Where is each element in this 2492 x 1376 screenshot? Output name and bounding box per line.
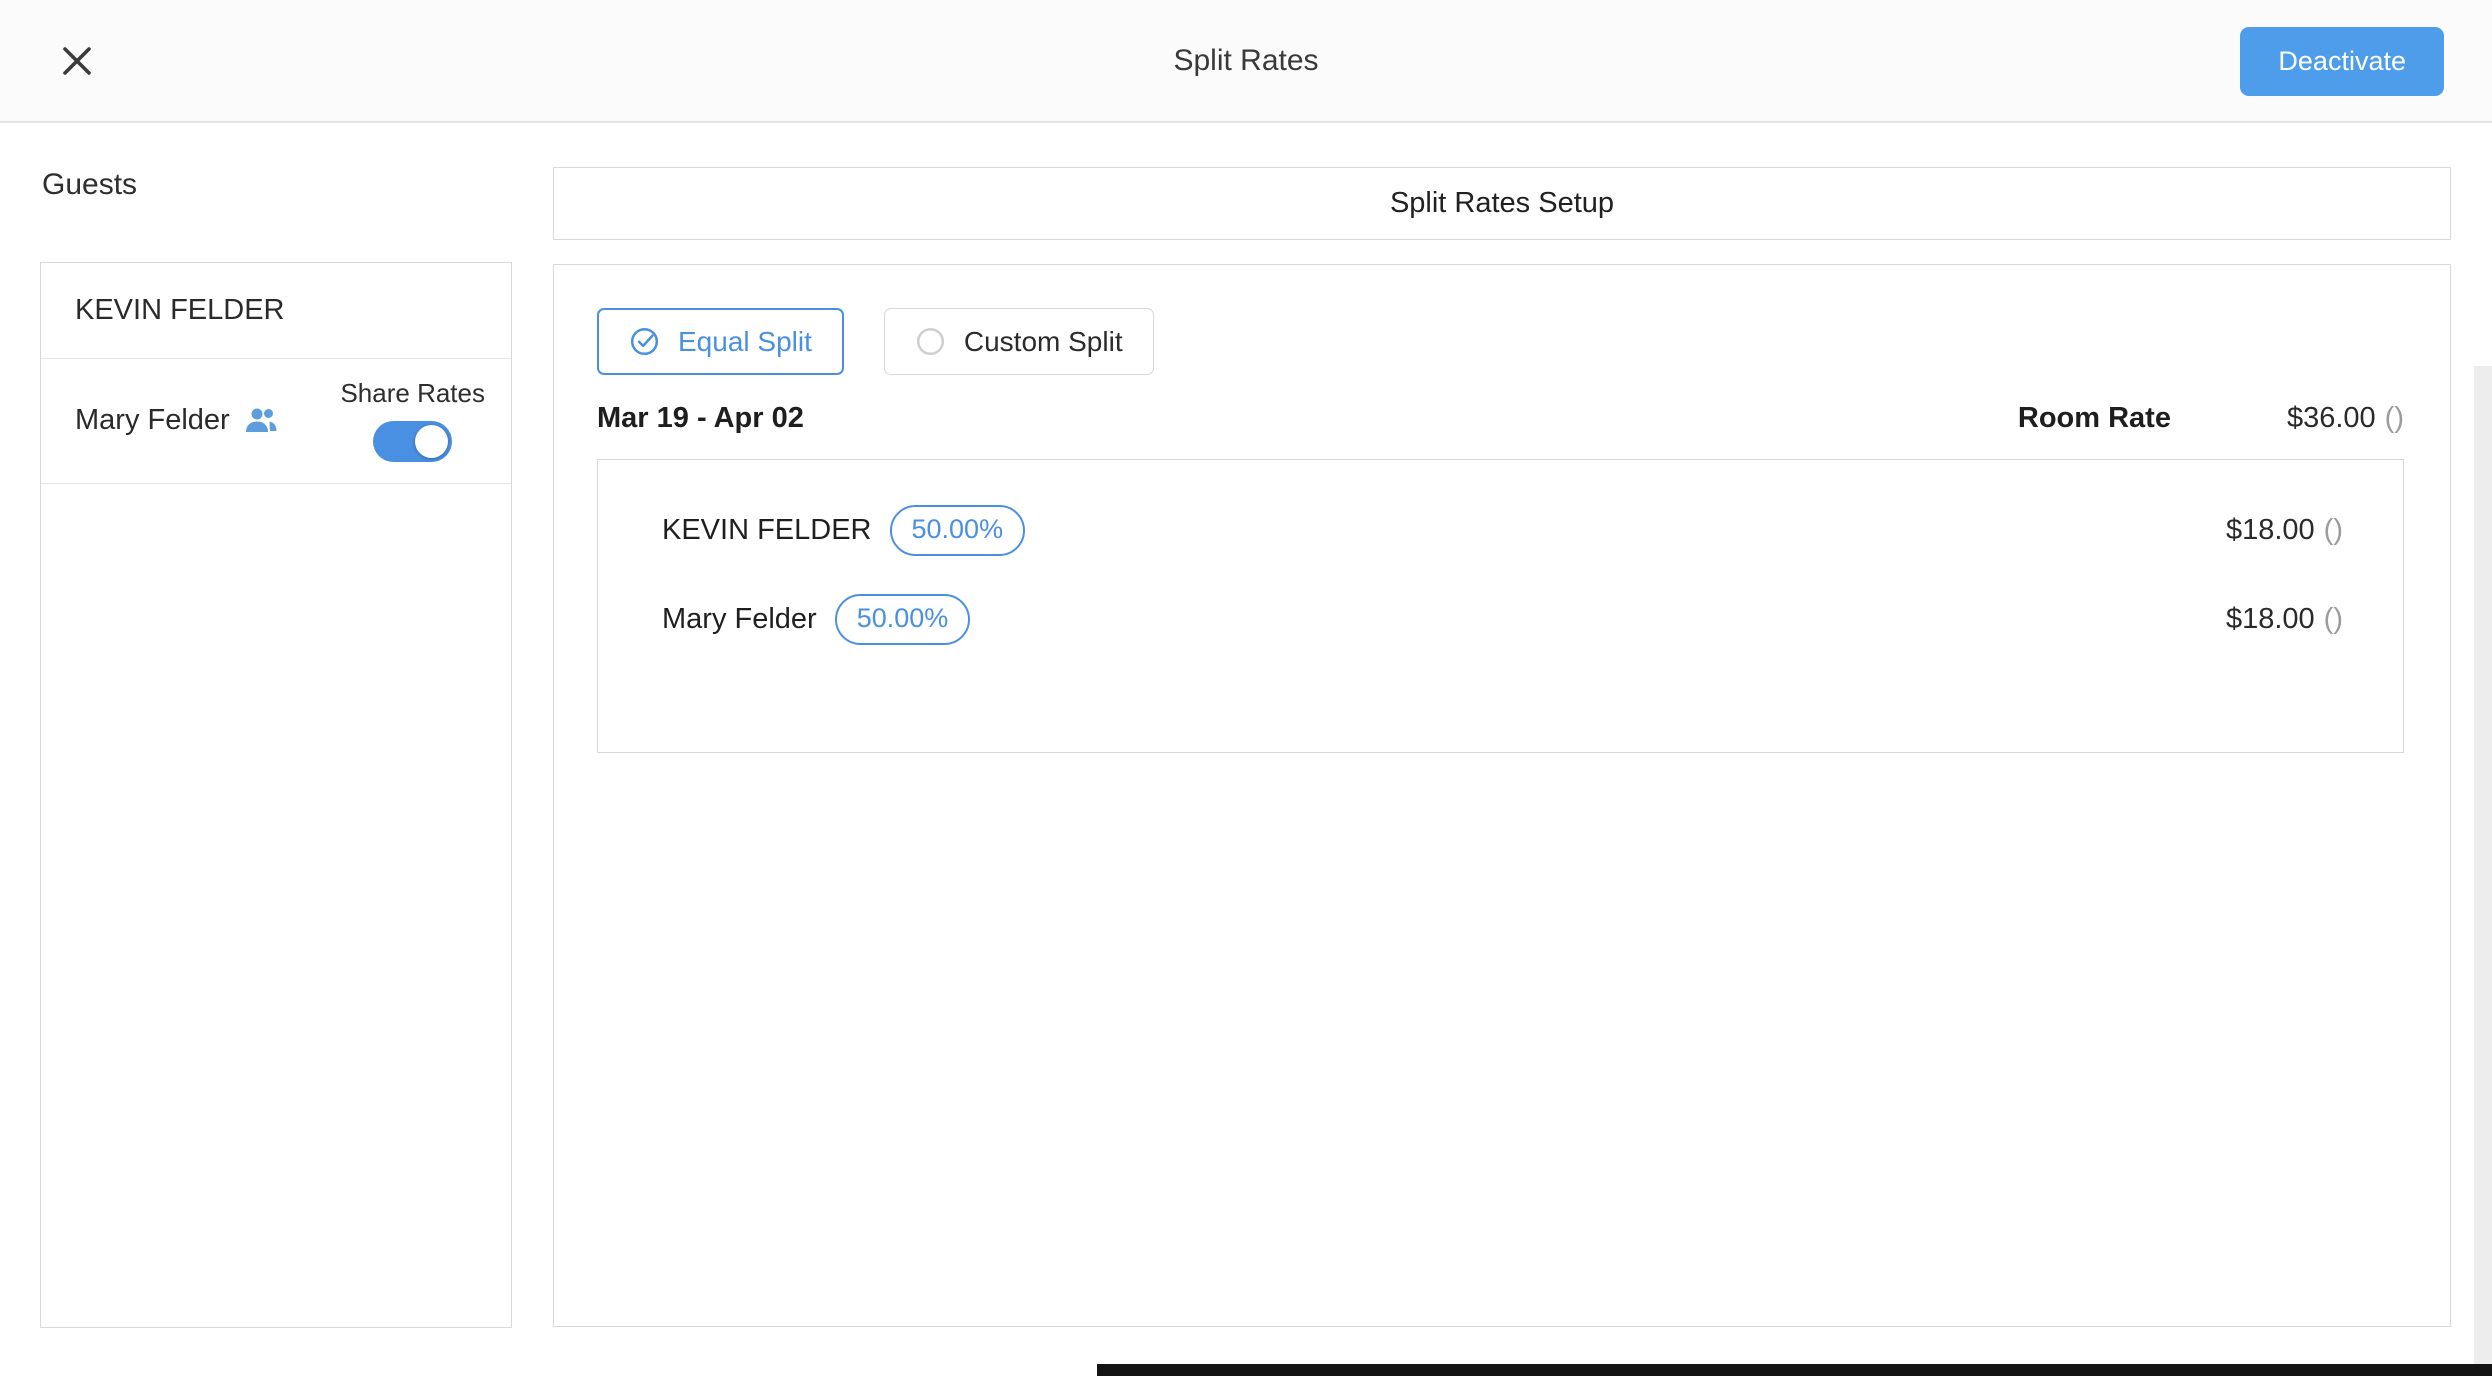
deactivate-button[interactable]: Deactivate	[2240, 27, 2444, 96]
room-rate-suffix: ()	[2385, 402, 2404, 435]
circle-icon	[915, 326, 946, 357]
bottom-edge-strip	[1097, 1364, 2492, 1376]
page-scrollbar-track[interactable]	[2474, 366, 2492, 1376]
guest-name: Mary Felder	[75, 404, 230, 437]
room-rate-label: Room Rate	[2018, 402, 2171, 435]
setup-title: Split Rates Setup	[1390, 187, 1614, 220]
split-amount-suffix: ()	[2324, 514, 2343, 547]
share-rates-label: Share Rates	[340, 378, 485, 409]
guests-heading: Guests	[42, 168, 137, 202]
people-icon	[244, 406, 278, 434]
split-row: KEVIN FELDER 50.00% $18.00 ()	[662, 486, 2343, 575]
custom-split-label: Custom Split	[964, 326, 1123, 358]
rate-summary-row: Mar 19 - Apr 02 Room Rate $36.00 ()	[597, 402, 2404, 435]
split-guest-name: KEVIN FELDER	[662, 514, 872, 547]
primary-guest-row[interactable]: KEVIN FELDER	[41, 263, 511, 359]
setup-header: Split Rates Setup	[553, 167, 2451, 240]
equal-split-button[interactable]: Equal Split	[597, 308, 844, 375]
split-amount: $18.00	[2226, 514, 2315, 547]
room-rate-amount: $36.00	[2287, 402, 2376, 435]
primary-guest-name: KEVIN FELDER	[75, 294, 285, 327]
share-rates-toggle[interactable]	[373, 421, 452, 462]
share-rates-control: Share Rates	[340, 378, 485, 462]
split-row: Mary Felder 50.00% $18.00 ()	[662, 575, 2343, 664]
equal-split-label: Equal Split	[678, 326, 812, 358]
splits-box: KEVIN FELDER 50.00% $18.00 () Mary Felde…	[597, 459, 2404, 753]
guests-panel: KEVIN FELDER Mary Felder Share Rates	[40, 262, 512, 1328]
close-icon	[59, 43, 95, 79]
date-range: Mar 19 - Apr 02	[597, 402, 804, 435]
guest-row[interactable]: Mary Felder Share Rates	[41, 359, 511, 484]
split-setup-panel: Equal Split Custom Split Mar 19 - Apr 02…	[553, 264, 2451, 1327]
split-percent-pill[interactable]: 50.00%	[890, 505, 1026, 556]
split-percent-pill[interactable]: 50.00%	[835, 594, 971, 645]
split-mode-buttons: Equal Split Custom Split	[597, 308, 2404, 375]
split-guest-name: Mary Felder	[662, 603, 817, 636]
modal-header: Split Rates Deactivate	[0, 0, 2492, 123]
toggle-knob	[415, 425, 448, 458]
page-title: Split Rates	[1173, 0, 1318, 121]
split-amount-suffix: ()	[2324, 603, 2343, 636]
close-button[interactable]	[46, 30, 108, 92]
check-circle-icon	[629, 326, 660, 357]
custom-split-button[interactable]: Custom Split	[884, 308, 1154, 375]
split-amount: $18.00	[2226, 603, 2315, 636]
